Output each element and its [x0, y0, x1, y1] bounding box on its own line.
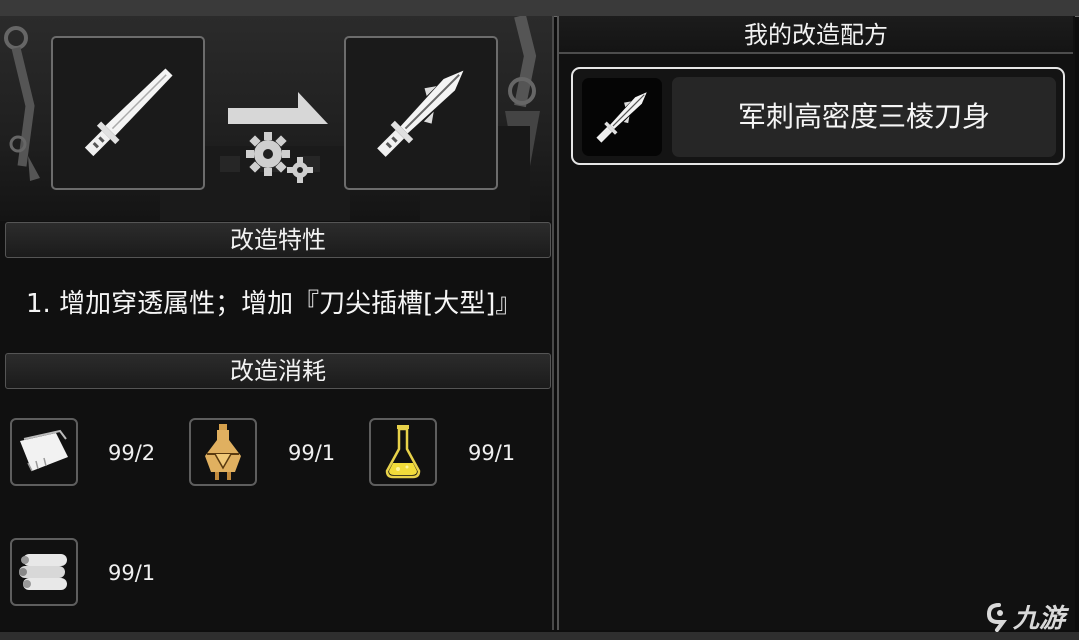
material-count-scroll: 99/1: [108, 561, 156, 585]
bottom-strip: [0, 632, 1079, 640]
result-weapon-slot[interactable]: [344, 36, 498, 190]
scroll-roll-icon: [19, 554, 67, 590]
cost-header: 改造消耗: [5, 353, 551, 389]
golden-lamp-flask-icon: [205, 424, 241, 480]
trait-description: 1. 增加穿透属性；增加『刀尖插槽[大型]』: [26, 289, 522, 319]
material-slot-lamp[interactable]: [189, 418, 257, 486]
watermark: 九游: [985, 598, 1065, 635]
triangular-blade-icon: [377, 70, 464, 157]
convert-arrow-icon: [228, 92, 328, 124]
material-slot-paper[interactable]: [10, 418, 78, 486]
traits-header: 改造特性: [5, 222, 551, 258]
recipe-item[interactable]: 军刺高密度三棱刀身: [571, 67, 1065, 165]
modify-panel: 改造特性 1. 增加穿透属性；增加『刀尖插槽[大型]』 改造消耗 99/2 99…: [0, 16, 554, 630]
material-count-lamp: 99/1: [288, 441, 336, 465]
material-count-potion: 99/1: [468, 441, 516, 465]
nine-game-logo-icon: [986, 602, 1007, 632]
material-count-paper: 99/2: [108, 441, 156, 465]
recipe-list-title: 我的改造配方: [559, 16, 1073, 54]
combat-blade-icon: [84, 68, 173, 157]
yellow-potion-flask-icon: [385, 425, 421, 479]
recipe-item-icon-box: [582, 78, 662, 156]
paper-sheet-icon: [20, 429, 68, 472]
top-strip: [0, 0, 1079, 17]
gears-icon: [246, 132, 313, 183]
material-slot-potion[interactable]: [369, 418, 437, 486]
watermark-text: 九游: [1013, 604, 1066, 634]
source-weapon-slot[interactable]: [51, 36, 205, 190]
material-slot-scroll[interactable]: [10, 538, 78, 606]
recipe-list-panel: 我的改造配方 军刺高密度三棱刀身: [557, 16, 1075, 630]
recipe-item-label: 军刺高密度三棱刀身: [672, 77, 1056, 157]
modify-banner: [0, 16, 552, 221]
triangular-blade-icon: [596, 92, 647, 143]
